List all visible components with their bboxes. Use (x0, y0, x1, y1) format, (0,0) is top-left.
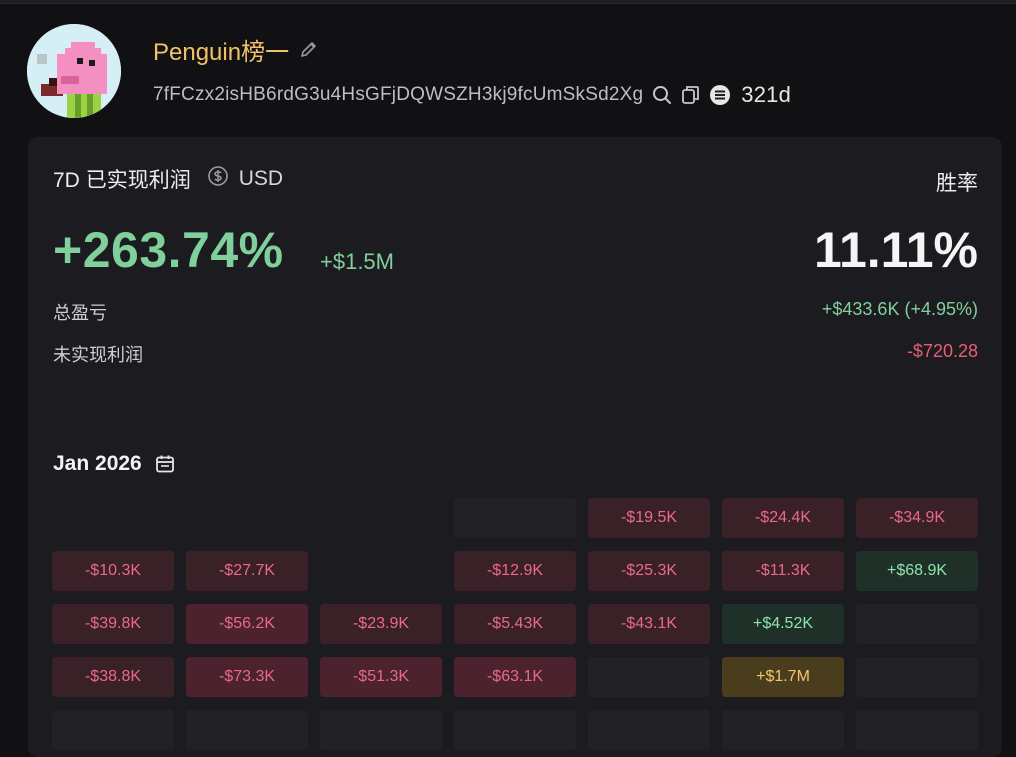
calendar-day-cell[interactable]: -$34.9K (856, 498, 978, 538)
calendar-empty-cell (722, 710, 844, 750)
calendar-day-cell[interactable]: -$63.1K (454, 657, 576, 697)
currency-switch-icon[interactable] (207, 165, 229, 193)
calendar-day-cell[interactable]: +$4.52K (722, 604, 844, 644)
total-pnl-label: 总盈亏 (53, 303, 107, 323)
period-label[interactable]: 7D (53, 169, 80, 192)
search-icon[interactable] (651, 84, 673, 106)
calendar-day-cell[interactable]: +$68.9K (856, 551, 978, 591)
profile-name: Penguin榜一 (153, 38, 290, 66)
realized-profit-label: 已实现利润 (85, 169, 191, 192)
calendar-empty-cell (454, 498, 576, 538)
calendar-empty-cell (52, 710, 174, 750)
calendar-day-cell[interactable]: -$19.5K (588, 498, 710, 538)
solana-icon (709, 84, 731, 106)
calendar-day-cell[interactable]: -$12.9K (454, 551, 576, 591)
copy-icon[interactable] (681, 84, 701, 106)
calendar-day-cell[interactable]: -$56.2K (186, 604, 308, 644)
wallet-address-row: 7fFCzx2isHB6rdG3u4HsGFjDQWSZH3kj9fcUmSkS… (153, 80, 791, 110)
calendar-day-cell[interactable]: -$38.8K (52, 657, 174, 697)
calendar-day-cell[interactable]: -$25.3K (588, 551, 710, 591)
calendar-empty-cell (856, 657, 978, 697)
calendar-day-cell[interactable]: +$1.7M (722, 657, 844, 697)
calendar-empty-cell (186, 710, 308, 750)
total-pnl-value: +$433.6K (+4.95%) (821, 299, 978, 319)
calendar-empty-cell (186, 498, 308, 538)
calendar-day-cell[interactable]: -$24.4K (722, 498, 844, 538)
unrealized-value: -$720.28 (906, 341, 978, 361)
calendar-empty-cell (588, 710, 710, 750)
calendar-month[interactable]: Jan 2026 (53, 451, 176, 477)
avatar[interactable] (27, 24, 121, 118)
unrealized-label: 未实现利润 (53, 345, 143, 365)
calendar-day-cell[interactable]: -$51.3K (320, 657, 442, 697)
realized-pct: +263.74% (53, 222, 284, 278)
edit-icon[interactable] (299, 39, 319, 59)
calendar-day-cell[interactable]: -$39.8K (52, 604, 174, 644)
calendar-empty-cell (856, 710, 978, 750)
calendar-day-cell[interactable]: -$23.9K (320, 604, 442, 644)
calendar-day-cell[interactable]: -$27.7K (186, 551, 308, 591)
calendar-empty-cell (454, 710, 576, 750)
calendar-empty-cell (320, 551, 442, 591)
calendar-empty-cell (588, 657, 710, 697)
profile-name-row: Penguin榜一 (153, 32, 319, 66)
calendar-empty-cell (320, 710, 442, 750)
calendar-empty-cell (856, 604, 978, 644)
calendar-day-cell[interactable]: -$5.43K (454, 604, 576, 644)
pnl-card: 7D 已实现利润 USD 胜率 +263.74% +$1.5M 11.11% 总… (28, 137, 1002, 757)
pixel-penguin-avatar (27, 24, 121, 118)
realized-abs: +$1.5M (320, 249, 394, 274)
top-bar (0, 0, 1016, 4)
winrate-label: 胜率 (936, 172, 978, 195)
calendar-day-cell[interactable]: -$43.1K (588, 604, 710, 644)
pnl-card-title: 7D 已实现利润 USD (53, 165, 283, 193)
month-label: Jan 2026 (53, 452, 142, 475)
wallet-address: 7fFCzx2isHB6rdG3u4HsGFjDQWSZH3kj9fcUmSkS… (153, 84, 644, 105)
winrate-value: 11.11% (813, 222, 978, 278)
calendar-day-cell[interactable]: -$11.3K (722, 551, 844, 591)
wallet-age: 321d (741, 82, 792, 107)
calendar-empty-cell (52, 498, 174, 538)
calendar-empty-cell (320, 498, 442, 538)
currency-label[interactable]: USD (239, 167, 283, 191)
calendar-day-cell[interactable]: -$73.3K (186, 657, 308, 697)
calendar-day-cell[interactable]: -$10.3K (52, 551, 174, 591)
calendar-icon[interactable] (154, 453, 176, 475)
